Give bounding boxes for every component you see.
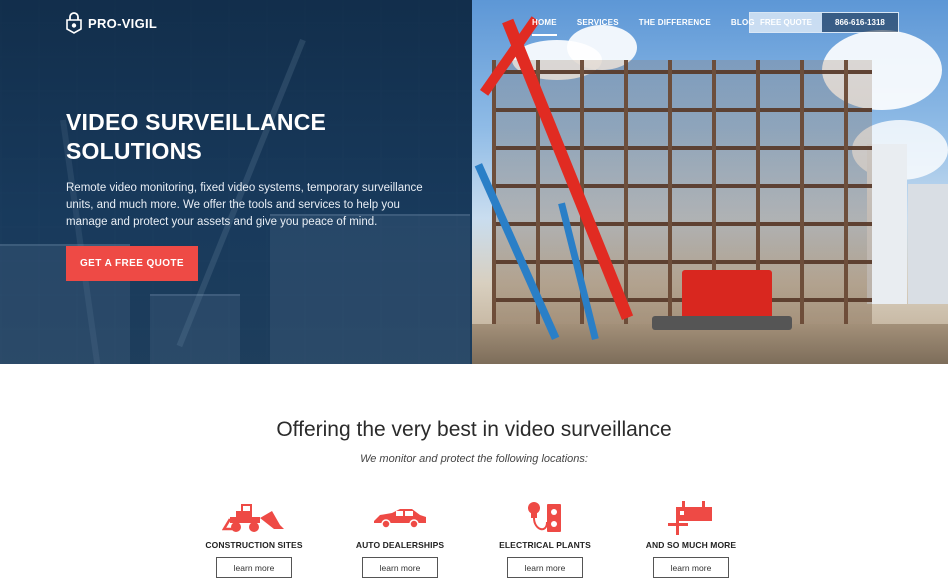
service-electrical-plants: ELECTRICAL PLANTS learn more bbox=[475, 500, 615, 578]
service-and-so-much-more: AND SO MUCH MORE learn more bbox=[621, 500, 761, 578]
logo[interactable]: PRO-VIGIL bbox=[66, 12, 157, 34]
service-label: AND SO MUCH MORE bbox=[645, 540, 737, 550]
free-quote-button[interactable]: FREE QUOTE bbox=[750, 13, 823, 32]
learn-more-button[interactable]: learn more bbox=[362, 557, 438, 578]
logo-text: PRO-VIGIL bbox=[88, 15, 158, 31]
hero-photo bbox=[472, 0, 948, 364]
service-label: ELECTRICAL PLANTS bbox=[499, 540, 591, 550]
section-subtitle: We monitor and protect the following loc… bbox=[360, 453, 588, 465]
header-cta-group: FREE QUOTE 866-616-1318 bbox=[749, 12, 899, 33]
learn-more-button[interactable]: learn more bbox=[507, 557, 583, 578]
city-building bbox=[867, 144, 907, 304]
service-construction-sites: CONSTRUCTION SITES learn more bbox=[184, 500, 324, 578]
hero-title: VIDEO SURVEILLANCE SOLUTIONS bbox=[66, 108, 396, 166]
ground bbox=[472, 324, 948, 364]
backhoe-icon bbox=[184, 500, 324, 536]
car-icon bbox=[330, 500, 470, 536]
hero-title-line: VIDEO SURVEILLANCE bbox=[66, 109, 327, 135]
main-nav: HOME SERVICES THE DIFFERENCE BLOG bbox=[532, 16, 775, 36]
background-building bbox=[270, 214, 470, 364]
learn-more-button[interactable]: learn more bbox=[653, 557, 729, 578]
city-building bbox=[908, 184, 948, 304]
red-crane-base bbox=[682, 270, 772, 320]
background-building bbox=[150, 294, 240, 364]
get-free-quote-button[interactable]: GET A FREE QUOTE bbox=[66, 246, 198, 281]
learn-more-button[interactable]: learn more bbox=[216, 557, 292, 578]
crane-tracks bbox=[652, 316, 792, 330]
nav-the-difference[interactable]: THE DIFFERENCE bbox=[639, 16, 711, 29]
section-title: Offering the very best in video surveill… bbox=[276, 418, 672, 441]
service-label: CONSTRUCTION SITES bbox=[205, 540, 303, 550]
hero-description: Remote video monitoring, fixed video sys… bbox=[66, 182, 423, 228]
nav-home[interactable]: HOME bbox=[532, 16, 557, 36]
trailer-icon bbox=[621, 500, 761, 536]
hero-title-line: SOLUTIONS bbox=[66, 138, 202, 164]
service-auto-dealerships: AUTO DEALERSHIPS learn more bbox=[330, 500, 470, 578]
phone-number-button[interactable]: 866-616-1318 bbox=[822, 13, 898, 32]
bulb-outlet-icon bbox=[475, 500, 615, 536]
service-label: AUTO DEALERSHIPS bbox=[355, 540, 445, 550]
lock-shield-icon bbox=[66, 12, 82, 34]
nav-services[interactable]: SERVICES bbox=[577, 16, 619, 29]
